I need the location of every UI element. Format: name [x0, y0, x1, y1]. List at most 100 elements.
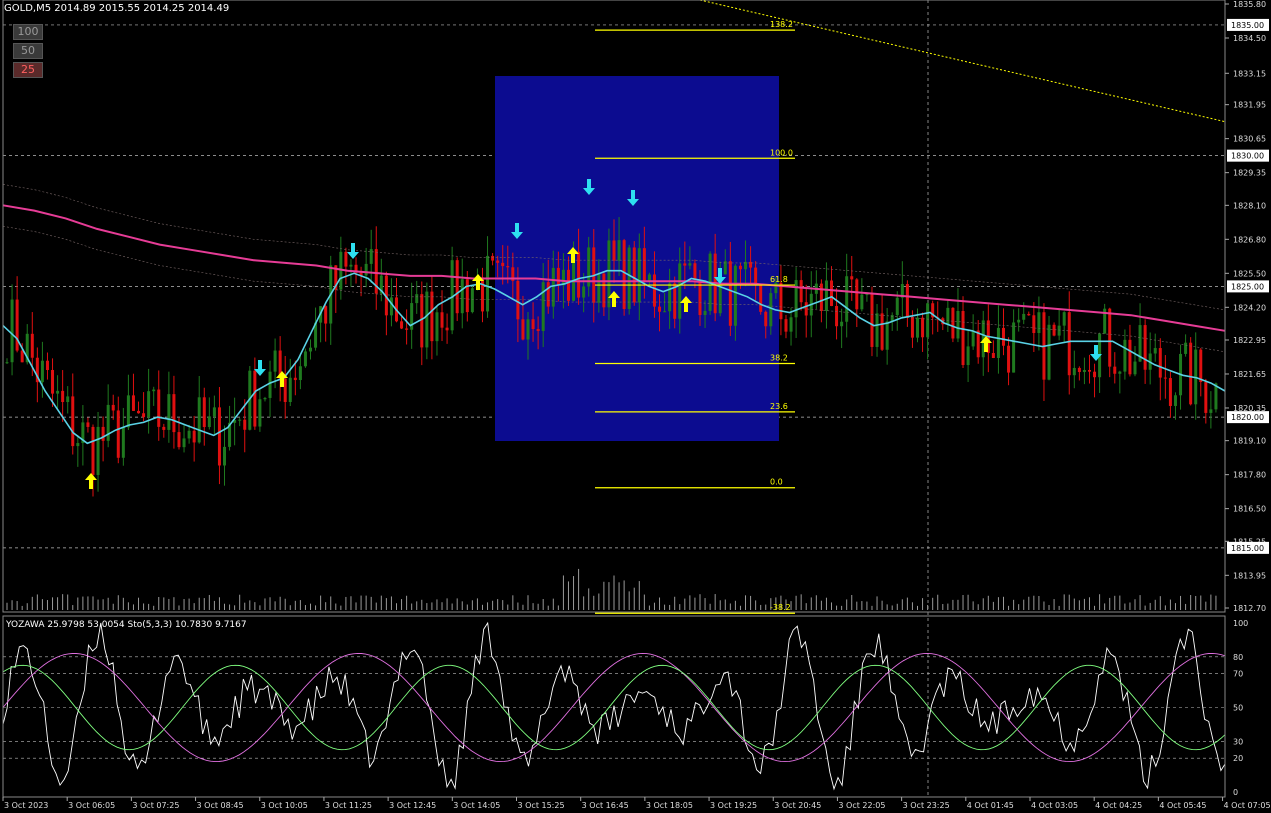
price-panel: 138.2 100.0 61.8 38.2 23.6 0.0 -38.2 — [2, 0, 1226, 797]
candle-body — [546, 282, 550, 307]
symbol-info: GOLD,M5 2014.89 2015.55 2014.25 2014.49 — [4, 3, 230, 14]
fib-level-label: 0.0 — [770, 478, 783, 487]
candle-body — [733, 265, 737, 326]
y-tick-label: 1824.20 — [1233, 303, 1266, 312]
candle-body — [683, 263, 687, 266]
candle-body — [1199, 349, 1203, 383]
candle-body — [885, 321, 889, 350]
candle-body — [946, 307, 950, 325]
candle-body — [400, 321, 404, 329]
candle-body — [688, 263, 692, 266]
candle-body — [910, 317, 914, 338]
candle-body — [632, 247, 636, 303]
candle-body — [779, 282, 783, 320]
oscillator-tick-label: 80 — [1233, 653, 1243, 662]
candle-body — [1173, 395, 1177, 406]
button-25[interactable]: 25 — [13, 62, 43, 78]
candle-body — [521, 319, 525, 340]
candle-body — [996, 327, 1000, 358]
candle-body — [617, 240, 621, 261]
candle-body — [1027, 313, 1031, 316]
button-50[interactable]: 50 — [13, 43, 43, 59]
y-tick-label: 1812.70 — [1233, 604, 1266, 613]
candle-body — [652, 274, 656, 307]
candle-body — [309, 347, 312, 352]
fib-level-label: 38.2 — [770, 354, 788, 363]
candle-body — [405, 328, 409, 330]
fib-level-label: -38.2 — [770, 603, 791, 612]
x-tick-label: 3 Oct 2023 — [4, 801, 48, 810]
candle-body — [455, 260, 459, 314]
candle-body — [76, 443, 80, 447]
candle-body — [865, 294, 869, 296]
candle-body — [754, 267, 758, 285]
candle-body — [759, 284, 763, 312]
candle-body — [905, 284, 909, 318]
candle-body — [212, 407, 216, 417]
candle-body — [956, 310, 960, 339]
trading-chart[interactable]: 138.2 100.0 61.8 38.2 23.6 0.0 -38.2 1835.80 18… — [0, 0, 1271, 813]
candle-body — [961, 310, 965, 366]
candle-body — [1082, 369, 1086, 373]
oscillator-label: YOZAWA 25.9798 53.0054 Sto(5,3,3) 10.783… — [6, 620, 247, 630]
y-tick-label: 1816.50 — [1233, 505, 1266, 514]
candle-body — [1123, 339, 1127, 372]
candle-body — [111, 404, 115, 411]
candle-body — [622, 240, 626, 309]
oscillator-tick-label: 50 — [1233, 704, 1243, 713]
x-tick-label: 3 Oct 18:05 — [646, 801, 693, 810]
candle-body — [1168, 378, 1172, 406]
candle-body — [86, 422, 90, 427]
candle-body — [298, 366, 302, 381]
candle-body — [516, 280, 520, 320]
candle-body — [91, 426, 95, 475]
highlight-box — [495, 76, 779, 441]
candle-body — [425, 291, 429, 348]
y-tick-label: 1819.10 — [1233, 437, 1266, 446]
candle-body — [364, 263, 368, 276]
y-tick-label: 1822.95 — [1233, 336, 1266, 345]
oscillator-tick-label: 100 — [1233, 619, 1248, 628]
y-tick-label: 1831.95 — [1233, 101, 1266, 110]
candle-body — [642, 248, 646, 281]
candle-body — [480, 277, 484, 312]
candle-body — [612, 240, 616, 261]
candle-body — [147, 391, 151, 418]
candle-body — [1093, 371, 1097, 378]
candle-body — [303, 351, 307, 367]
candle-body — [283, 378, 287, 403]
oscillator-panel — [2, 621, 1226, 791]
x-tick-label: 4 Oct 07:05 — [1224, 801, 1271, 810]
y-tick-label: 1828.10 — [1233, 201, 1266, 210]
y-tick-label: 1835.80 — [1233, 0, 1266, 9]
y-tick-label: 1829.35 — [1233, 169, 1266, 178]
candle-body — [850, 276, 854, 280]
candle-body — [1133, 361, 1137, 375]
candle-body — [1184, 342, 1188, 354]
candle-body — [223, 446, 227, 466]
y-tick-label: 1817.80 — [1233, 471, 1266, 480]
candle-body — [389, 297, 393, 316]
candle-body — [192, 430, 196, 443]
candle-body — [1037, 312, 1041, 334]
candle-body — [121, 427, 125, 458]
candle-body — [541, 282, 545, 332]
candle-body — [344, 251, 348, 267]
candle-body — [1017, 319, 1021, 323]
candle-body — [1022, 313, 1026, 320]
candle-body — [830, 280, 834, 307]
candle-body — [253, 370, 257, 427]
candle-body — [273, 350, 277, 372]
button-100[interactable]: 100 — [13, 24, 43, 40]
candle-body — [202, 397, 206, 428]
candle-body — [207, 416, 211, 428]
candle-body — [875, 313, 879, 347]
candle-body — [116, 410, 120, 458]
buy-arrow-icon — [85, 473, 97, 489]
candle-body — [1072, 367, 1076, 376]
candle-body — [96, 426, 100, 475]
candle-body — [1158, 348, 1162, 378]
candle-body — [895, 297, 899, 316]
candle-body — [440, 312, 444, 328]
candle-body — [966, 346, 970, 366]
